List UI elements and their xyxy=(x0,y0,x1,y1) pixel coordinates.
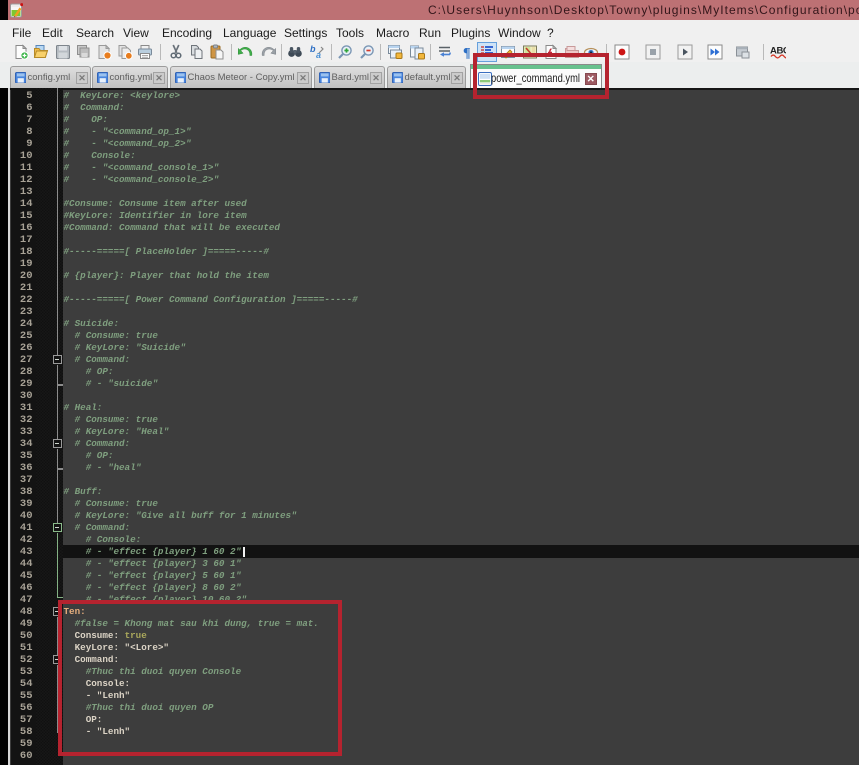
svg-text:¶: ¶ xyxy=(463,46,471,60)
